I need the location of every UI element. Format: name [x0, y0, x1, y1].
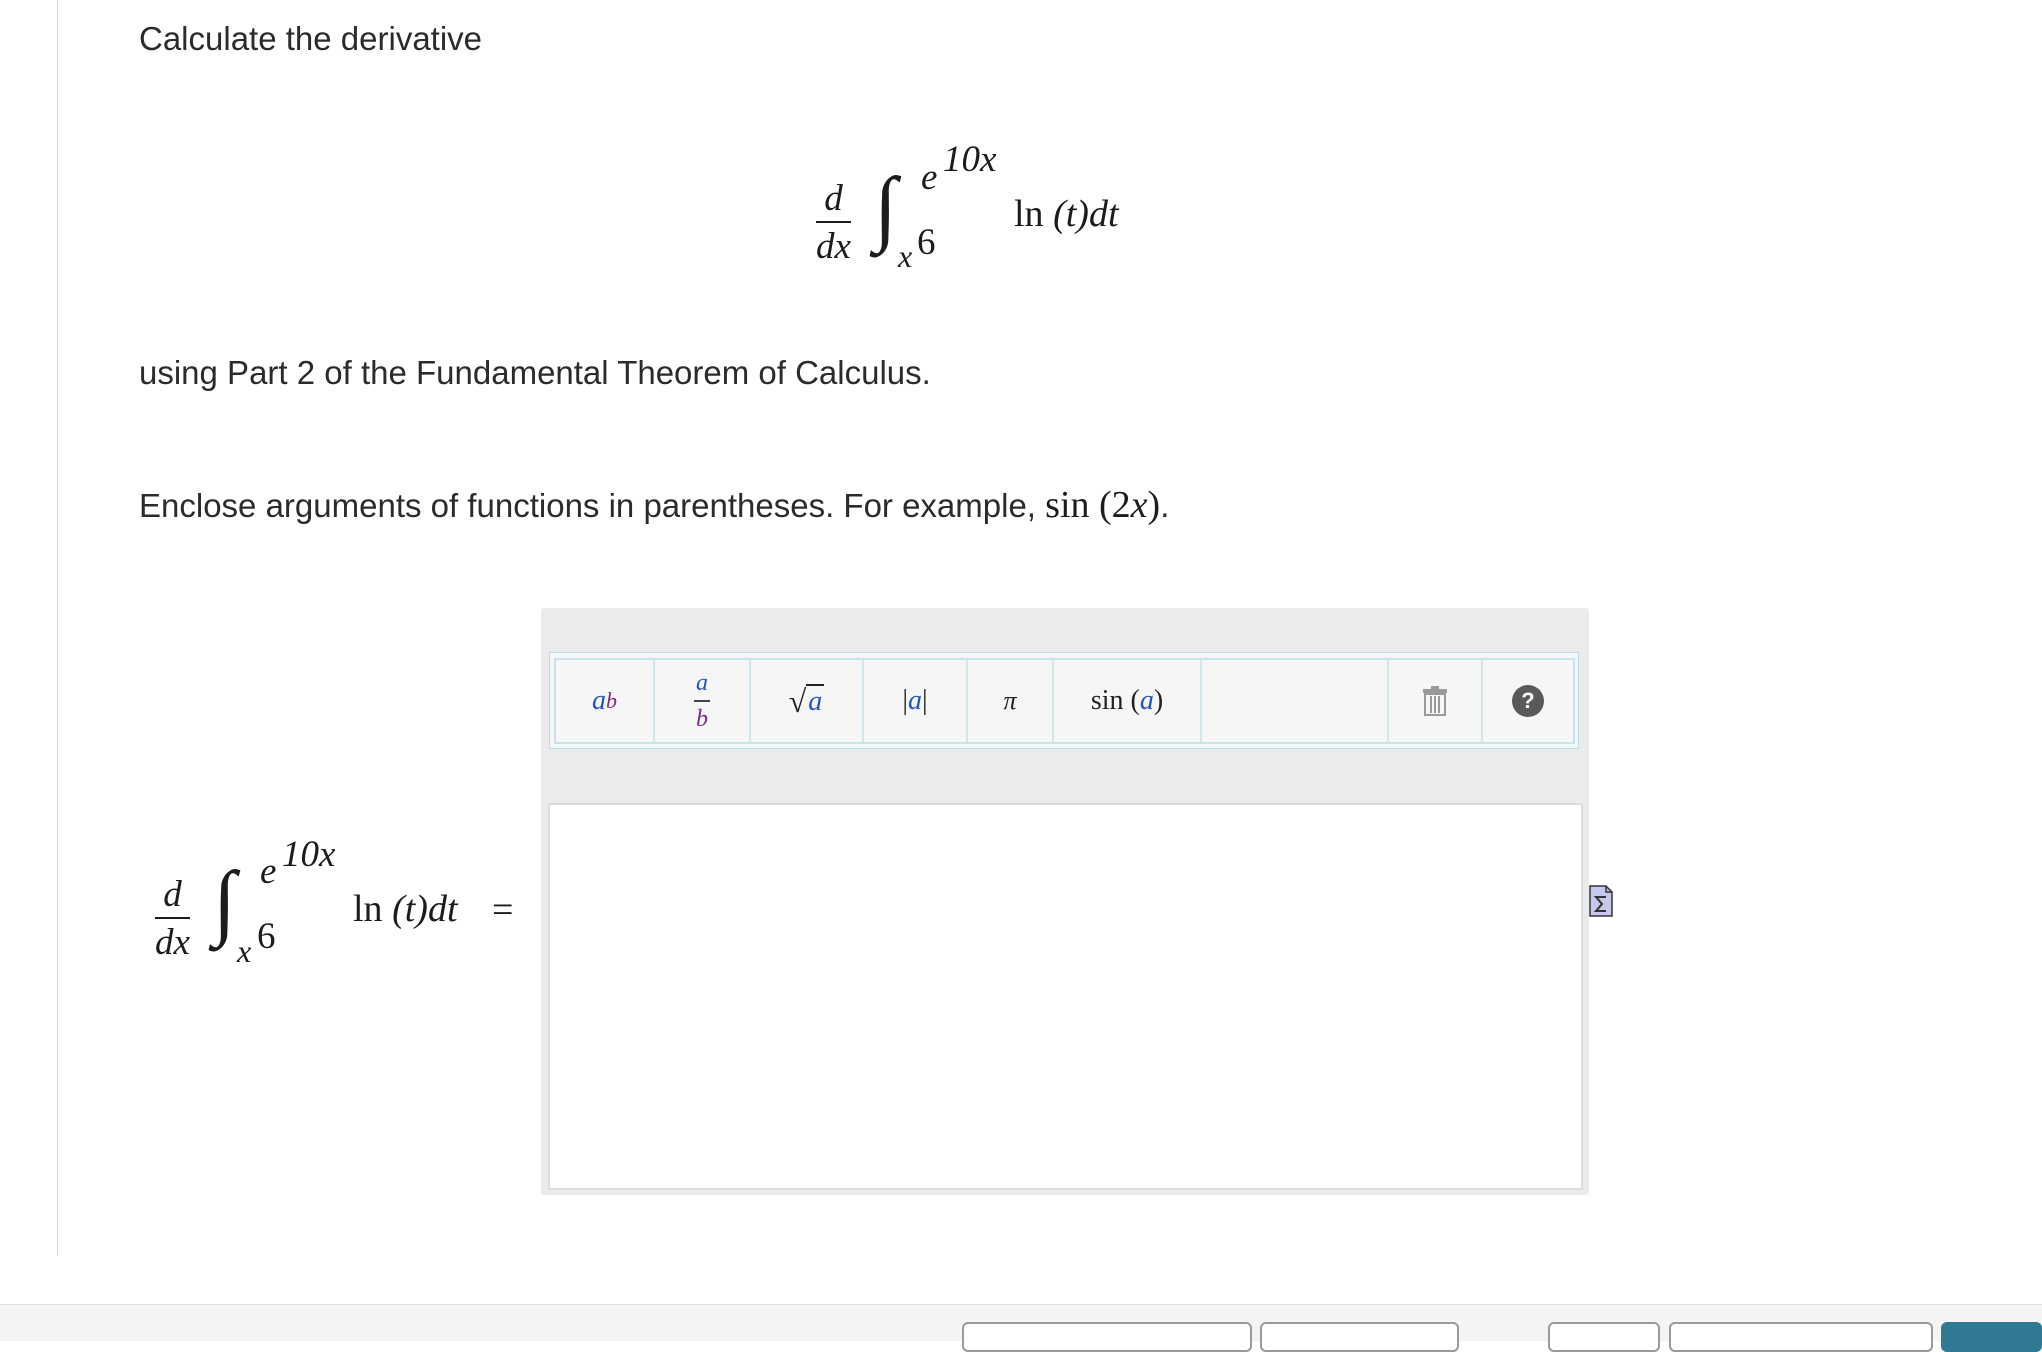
answer-lower-limit-exponent: 6	[257, 916, 276, 957]
sin-variable: a	[1139, 685, 1154, 716]
sin-paren-close: )	[1153, 685, 1164, 716]
sqrt-button[interactable]: √ a	[751, 660, 864, 742]
derivative-denominator: dx	[816, 226, 851, 267]
theorem-instruction: using Part 2 of the Fundamental Theorem …	[139, 354, 931, 391]
math-toolbar: ab a b √ a | a | π sin (a) ?	[554, 658, 1575, 744]
footer-button-1[interactable]	[962, 1322, 1252, 1352]
power-base: a	[592, 685, 606, 716]
power-exponent: b	[606, 688, 617, 713]
fraction-button[interactable]: a b	[655, 660, 751, 742]
help-icon: ?	[1512, 685, 1544, 717]
footer-primary-button[interactable]	[1941, 1322, 2042, 1352]
clear-button[interactable]	[1389, 660, 1483, 742]
example-paren-open: (	[1099, 484, 1112, 526]
content-left-rule	[57, 0, 58, 1256]
integrand-function: ln	[1014, 193, 1044, 235]
integrand-argument: (t)	[1053, 193, 1089, 235]
fraction-denominator: b	[696, 706, 708, 732]
answer-upper-limit-base: e	[260, 851, 277, 892]
absolute-value-button[interactable]: | a |	[864, 660, 968, 742]
upper-limit-exponent: 10x	[943, 139, 997, 180]
footer-button-4[interactable]	[1669, 1322, 1933, 1352]
example-variable: x	[1130, 484, 1148, 526]
equation-editor-icon[interactable]	[1588, 884, 1614, 918]
example-coefficient: 2	[1111, 484, 1131, 526]
answer-derivative-numerator: d	[163, 874, 182, 915]
upper-limit-base: e	[921, 157, 938, 198]
example-period: .	[1160, 487, 1170, 524]
abs-variable: a	[908, 685, 922, 716]
derivative-numerator: d	[824, 178, 843, 219]
integral-sign: ∫	[874, 161, 898, 254]
footer-button-2[interactable]	[1260, 1322, 1459, 1352]
answer-lower-limit-base: x	[237, 933, 252, 969]
fraction-bar	[816, 221, 851, 223]
answer-derivative-operator: d dx	[155, 876, 190, 961]
answer-integrand-function: ln	[353, 888, 383, 930]
answer-derivative-denominator: dx	[155, 922, 190, 963]
abs-right-bar: |	[922, 685, 928, 716]
format-instruction: Enclose arguments of functions in parent…	[139, 483, 1169, 527]
pi-button[interactable]: π	[968, 660, 1054, 742]
trash-icon	[1423, 686, 1447, 716]
answer-integrand-differential: dt	[427, 888, 458, 930]
answer-integrand: ln (t)dt	[353, 890, 458, 928]
integrand-differential: dt	[1088, 193, 1119, 235]
answer-integrand-argument: (t)	[392, 888, 428, 930]
example-paren-close: )	[1147, 484, 1161, 526]
equals-sign: =	[492, 889, 514, 931]
example-expression: sin (2x)	[1045, 484, 1160, 526]
sqrt-symbol: √	[788, 682, 807, 719]
sqrt-variable: a	[806, 684, 825, 717]
integrand: ln (t)dt	[1014, 195, 1119, 233]
lower-limit-exponent: 6	[917, 222, 936, 263]
sin-paren-open: (	[1130, 685, 1140, 716]
format-instruction-text: Enclose arguments of functions in parent…	[139, 487, 1036, 524]
sin-button[interactable]: sin (a)	[1054, 660, 1202, 742]
example-function: sin	[1045, 484, 1090, 526]
answer-upper-limit-exponent: 10x	[282, 834, 336, 875]
footer-button-3[interactable]	[1548, 1322, 1660, 1352]
answer-input[interactable]	[548, 803, 1583, 1190]
derivative-operator: d dx	[816, 180, 851, 265]
question-prompt: Calculate the derivative	[139, 20, 483, 57]
toolbar-spacer	[1202, 660, 1389, 742]
answer-integral-sign: ∫	[213, 855, 237, 948]
fraction-button-bar	[694, 700, 710, 702]
lower-limit-base: x	[898, 238, 913, 274]
answer-fraction-bar	[155, 917, 190, 919]
power-button[interactable]: ab	[556, 660, 655, 742]
sin-function-label: sin	[1090, 685, 1124, 716]
help-button[interactable]: ?	[1483, 660, 1573, 742]
fraction-numerator: a	[696, 670, 708, 696]
